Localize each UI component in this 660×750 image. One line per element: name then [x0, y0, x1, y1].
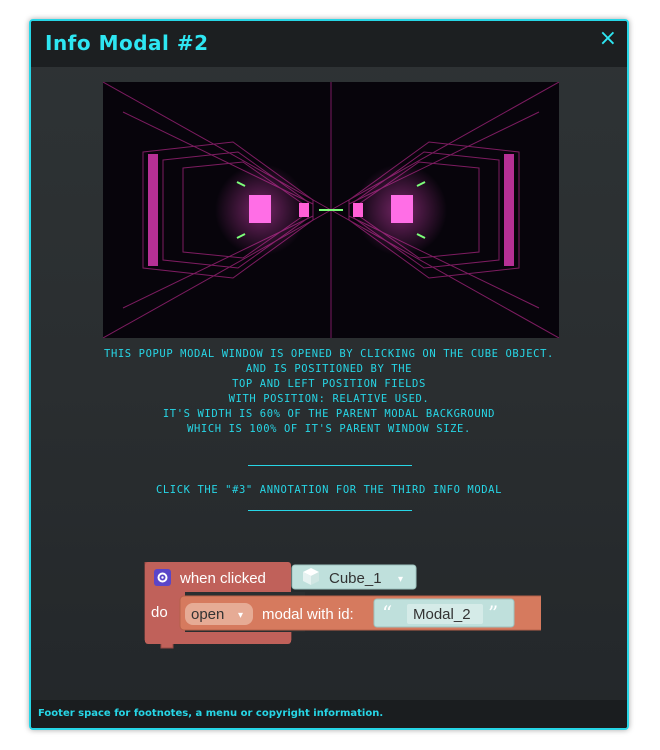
cube-target-block[interactable]: Cube_1 ▾ [291, 564, 417, 590]
divider [248, 465, 412, 466]
open-quote-icon: “ [382, 601, 392, 625]
action-dropdown-label: open [191, 606, 224, 623]
close-icon[interactable]: × [599, 25, 617, 53]
open-modal-block[interactable]: open ▾ modal with id: “ Modal_2 ” [179, 595, 553, 631]
action-text: modal with id: [262, 606, 354, 623]
footer-text: Footer space for footnotes, a menu or co… [38, 708, 384, 719]
description-line: with position: relative used. [228, 393, 430, 405]
close-quote-icon: ” [488, 601, 498, 625]
modal-footer: Footer space for footnotes, a menu or co… [31, 700, 627, 728]
do-label: do [151, 604, 168, 621]
description-line: and is positioned by the [245, 363, 413, 375]
modal-title: Info Modal #2 [45, 31, 209, 55]
chevron-down-icon: ▾ [398, 574, 403, 585]
gear-icon[interactable] [154, 569, 171, 586]
description-line: this popup modal window is opened by cli… [104, 348, 554, 360]
corridor-illustration [103, 82, 559, 338]
code-blocks[interactable]: when clicked Cube_1 ▾ do open ▾ modal wi… [141, 561, 553, 662]
event-label: when clicked [179, 570, 266, 587]
description-line: it's width is 60% of the parent modal ba… [162, 408, 496, 420]
description-line: top and left position fields [232, 378, 426, 390]
info-modal: Info Modal #2 × THIS POPUP MODAL WINDOW … [29, 19, 629, 730]
sci-fi-corridor-image [103, 82, 559, 338]
blockly-workspace: when clicked Cube_1 ▾ do open ▾ modal wi… [144, 561, 553, 649]
description-text: this popup modal window is opened by cli… [31, 347, 627, 437]
modal-header: Info Modal #2 × [31, 21, 627, 67]
divider [248, 510, 412, 511]
cube-target-label: Cube_1 [329, 570, 382, 587]
chevron-down-icon: ▾ [238, 610, 243, 621]
call-to-action-text: click the "#3" annotation for the third … [155, 484, 503, 496]
modal-id-value: Modal_2 [413, 606, 471, 623]
description-line: which is 100% of it's parent window size… [187, 423, 471, 435]
